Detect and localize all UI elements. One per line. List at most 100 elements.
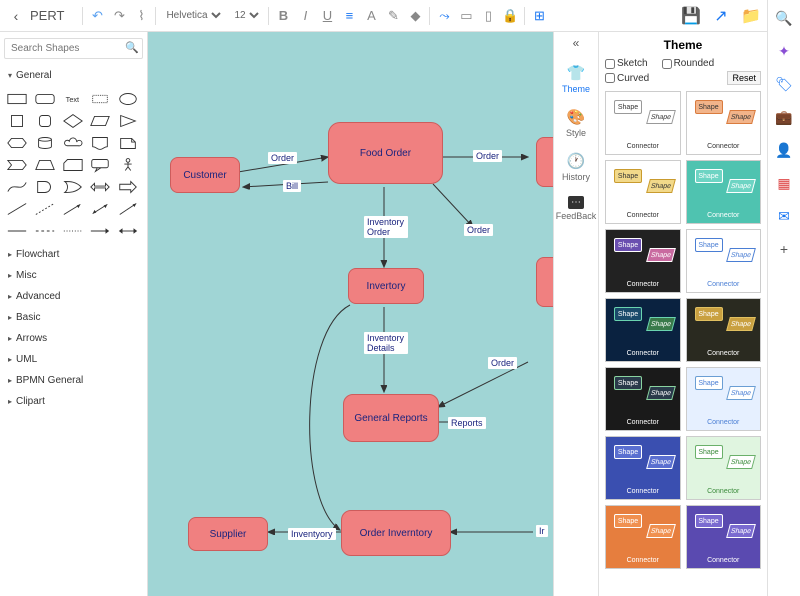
category-clipart[interactable]: ▸Clipart xyxy=(4,391,143,412)
lock-icon[interactable]: 🔒 xyxy=(502,8,518,24)
category-basic[interactable]: ▸Basic xyxy=(4,307,143,328)
canvas-area[interactable]: Customer Food Order Invertory General Re… xyxy=(148,32,565,596)
shape-cylinder[interactable] xyxy=(34,134,56,152)
node-supplier[interactable]: Supplier xyxy=(188,517,268,551)
category-general[interactable]: ▾General xyxy=(4,65,143,86)
sketch-checkbox[interactable]: Sketch xyxy=(605,58,648,69)
shape-parallelogram[interactable] xyxy=(89,112,111,130)
outlook-icon[interactable]: ✉ xyxy=(778,208,790,225)
font-color-icon[interactable]: A xyxy=(363,8,379,24)
shape-callout[interactable] xyxy=(89,156,111,174)
toback-icon[interactable]: ▯ xyxy=(480,8,496,24)
shape-harrow2[interactable] xyxy=(117,222,139,240)
shape-rect[interactable] xyxy=(6,90,28,108)
connector-icon[interactable]: ⤳ xyxy=(436,8,452,24)
category-uml[interactable]: ▸UML xyxy=(4,349,143,370)
shape-database[interactable] xyxy=(117,134,139,152)
redo-icon[interactable]: ↷ xyxy=(111,8,127,24)
theme-tile-5[interactable]: ShapeShapeConnector xyxy=(686,229,762,293)
node-order-inventory[interactable]: Order Inverntory xyxy=(341,510,451,556)
shape-triangle[interactable] xyxy=(117,112,139,130)
shape-roundrect[interactable] xyxy=(34,90,56,108)
tab-theme[interactable]: 👕Theme xyxy=(554,58,598,100)
category-advanced[interactable]: ▸Advanced xyxy=(4,286,143,307)
shape-step[interactable] xyxy=(6,156,28,174)
tofront-icon[interactable]: ▭ xyxy=(458,8,474,24)
add-icon[interactable]: + xyxy=(780,241,788,257)
highlight-icon[interactable]: ✎ xyxy=(385,8,401,24)
italic-icon[interactable]: I xyxy=(297,8,313,24)
save-icon[interactable]: 💾 xyxy=(683,8,699,24)
shape-hexagon[interactable] xyxy=(6,134,28,152)
reset-button[interactable]: Reset xyxy=(727,71,761,85)
grid-icon[interactable]: ⊞ xyxy=(531,8,547,24)
shape-hline[interactable] xyxy=(6,222,28,240)
node-invertory[interactable]: Invertory xyxy=(348,268,424,304)
shape-textbox[interactable] xyxy=(89,90,111,108)
shape-line-dash[interactable] xyxy=(34,200,56,218)
search-shapes-input[interactable] xyxy=(4,38,143,59)
shape-arrow-r[interactable] xyxy=(117,178,139,196)
tab-history[interactable]: 🕐History xyxy=(554,146,598,188)
theme-tile-3[interactable]: ShapeShapeConnector xyxy=(686,160,762,224)
theme-tile-10[interactable]: ShapeShapeConnector xyxy=(605,436,681,500)
tab-style[interactable]: 🎨Style xyxy=(554,102,598,144)
shape-hdash[interactable] xyxy=(34,222,56,240)
tag-icon[interactable]: 🏷 xyxy=(775,76,793,93)
search-global-icon[interactable]: 🔍 xyxy=(775,10,792,27)
category-misc[interactable]: ▸Misc xyxy=(4,265,143,286)
shape-actor[interactable] xyxy=(117,156,139,174)
tab-feedback[interactable]: ⋯FeedBack xyxy=(554,190,598,227)
shape-square[interactable] xyxy=(6,112,28,130)
shape-roundsquare[interactable] xyxy=(34,112,56,130)
curved-checkbox[interactable]: Curved xyxy=(605,71,649,85)
theme-tile-6[interactable]: ShapeShapeConnector xyxy=(605,298,681,362)
shape-document[interactable] xyxy=(89,134,111,152)
share-icon[interactable]: ↗ xyxy=(713,8,729,24)
folder-icon[interactable]: 📁 xyxy=(743,8,759,24)
theme-tile-7[interactable]: ShapeShapeConnector xyxy=(686,298,762,362)
align-icon[interactable]: ≡ xyxy=(341,8,357,24)
font-family-select[interactable]: Helvetica xyxy=(162,9,224,22)
rounded-checkbox[interactable]: Rounded xyxy=(662,58,715,69)
shape-arrow-bidir[interactable] xyxy=(89,178,111,196)
font-size-select[interactable]: 12 xyxy=(230,9,262,22)
shape-ellipse[interactable] xyxy=(117,90,139,108)
theme-tile-8[interactable]: ShapeShapeConnector xyxy=(605,367,681,431)
shape-card[interactable] xyxy=(62,156,84,174)
bold-icon[interactable]: B xyxy=(275,8,291,24)
fill-icon[interactable]: ◆ xyxy=(407,8,423,24)
theme-tile-2[interactable]: ShapeShapeConnector xyxy=(605,160,681,224)
node-customer[interactable]: Customer xyxy=(170,157,240,193)
shape-arrow-line[interactable] xyxy=(62,200,84,218)
shape-line[interactable] xyxy=(6,200,28,218)
node-general-reports[interactable]: General Reports xyxy=(343,394,439,442)
theme-tile-1[interactable]: ShapeShapeConnector xyxy=(686,91,762,155)
person-icon[interactable]: 👤 xyxy=(775,142,792,159)
category-flowchart[interactable]: ▸Flowchart xyxy=(4,244,143,265)
undo-icon[interactable]: ↶ xyxy=(89,8,105,24)
category-arrows[interactable]: ▸Arrows xyxy=(4,328,143,349)
theme-tile-13[interactable]: ShapeShapeConnector xyxy=(686,505,762,569)
shape-trapezoid[interactable] xyxy=(34,156,56,174)
theme-tile-4[interactable]: ShapeShapeConnector xyxy=(605,229,681,293)
briefcase-icon[interactable]: 💼 xyxy=(775,109,792,126)
shape-or[interactable] xyxy=(62,178,84,196)
underline-icon[interactable]: U xyxy=(319,8,335,24)
theme-tile-11[interactable]: ShapeShapeConnector xyxy=(686,436,762,500)
ai-icon[interactable]: ✦ xyxy=(778,43,790,60)
shape-arrow-both[interactable] xyxy=(89,200,111,218)
shape-curve[interactable] xyxy=(6,178,28,196)
shape-cloud[interactable] xyxy=(62,134,84,152)
search-icon[interactable]: 🔍 xyxy=(125,41,139,54)
shape-text[interactable]: Text xyxy=(62,90,84,108)
shape-hdot[interactable] xyxy=(62,222,84,240)
shape-harrow[interactable] xyxy=(89,222,111,240)
category-bpmn[interactable]: ▸BPMN General xyxy=(4,370,143,391)
collapse-right-icon[interactable]: « xyxy=(573,36,580,50)
back-icon[interactable]: ‹ xyxy=(8,8,24,24)
shape-diamond[interactable] xyxy=(62,112,84,130)
theme-tile-0[interactable]: ShapeShapeConnector xyxy=(605,91,681,155)
shape-and[interactable] xyxy=(34,178,56,196)
theme-tile-9[interactable]: ShapeShapeConnector xyxy=(686,367,762,431)
